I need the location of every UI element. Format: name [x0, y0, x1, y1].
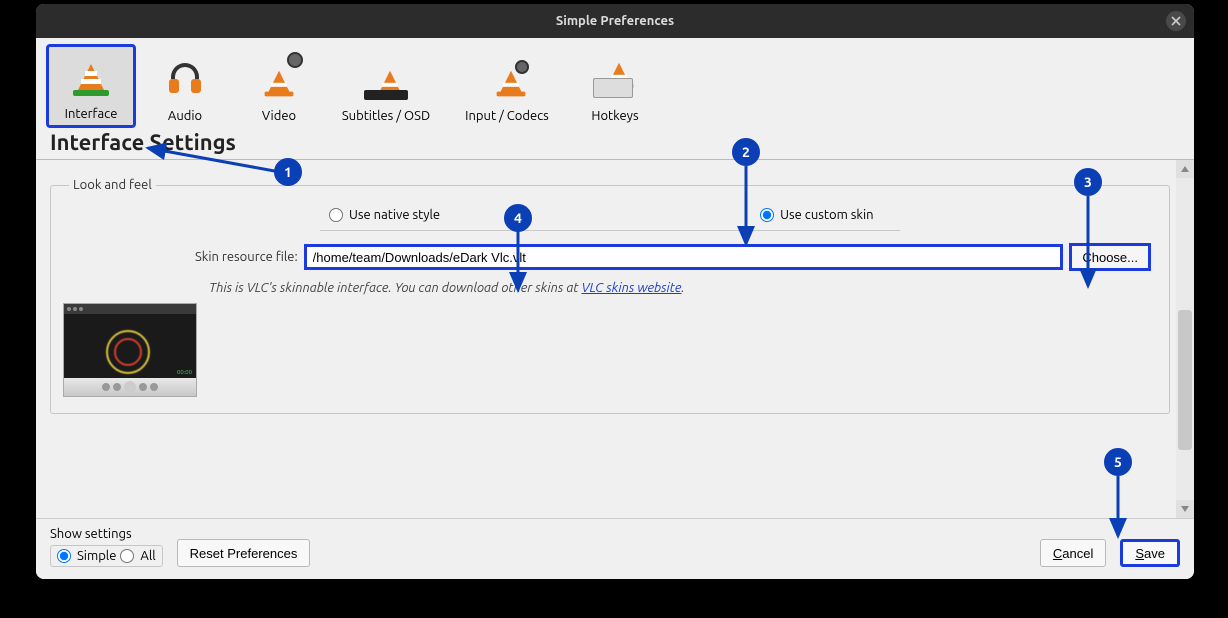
content-area: Interface Audio Video	[36, 38, 1194, 579]
tab-label: Video	[262, 109, 296, 123]
window-title: Simple Preferences	[556, 14, 674, 28]
skin-file-row: Skin resource file: Choose...	[195, 243, 1151, 271]
custom-skin-input[interactable]	[760, 208, 774, 222]
skins-website-link[interactable]: VLC skins website	[581, 281, 681, 295]
style-radio-row: Use native style Use custom skin	[69, 208, 1151, 222]
radio-label: Use native style	[349, 208, 440, 222]
show-all-radio[interactable]: All	[120, 549, 155, 563]
titlebar: Simple Preferences	[36, 4, 1194, 38]
choose-button[interactable]: Choose...	[1069, 243, 1151, 271]
clapper-icon	[257, 49, 301, 107]
tab-label: Input / Codecs	[465, 109, 549, 123]
annotation-badge-2: 2	[732, 138, 760, 166]
tab-label: Hotkeys	[591, 109, 638, 123]
skin-file-input[interactable]	[304, 244, 1064, 270]
hint-prefix: This is VLC's skinnable interface. You c…	[209, 281, 581, 295]
tab-interface[interactable]: Interface	[46, 44, 136, 128]
subtitles-icon	[364, 49, 408, 107]
headphones-icon	[167, 49, 203, 107]
preferences-window: Simple Preferences Interface Audio	[36, 4, 1194, 579]
annotation-badge-4: 4	[504, 204, 532, 232]
skin-file-label: Skin resource file:	[195, 250, 298, 264]
tab-label: Subtitles / OSD	[342, 109, 430, 123]
tab-subtitles[interactable]: Subtitles / OSD	[328, 44, 444, 128]
native-style-radio[interactable]: Use native style	[329, 208, 440, 222]
settings-pane-wrap: Look and feel Use native style Use custo…	[36, 160, 1194, 518]
scroll-up-button[interactable]	[1176, 160, 1194, 178]
custom-skin-radio[interactable]: Use custom skin	[760, 208, 873, 222]
tab-audio[interactable]: Audio	[140, 44, 230, 128]
codecs-icon	[485, 49, 529, 107]
show-settings-label: Show settings	[50, 527, 163, 541]
settings-pane: Look and feel Use native style Use custo…	[36, 160, 1176, 518]
tab-label: Audio	[168, 109, 202, 123]
separator	[320, 230, 900, 231]
scroll-down-button[interactable]	[1176, 500, 1194, 518]
hotkeys-icon	[593, 49, 637, 107]
vertical-scrollbar[interactable]	[1176, 160, 1194, 518]
native-style-input[interactable]	[329, 208, 343, 222]
category-tabs: Interface Audio Video	[36, 38, 1194, 128]
close-button[interactable]	[1166, 11, 1186, 31]
save-button[interactable]: Save	[1120, 539, 1180, 567]
bottom-bar: Show settings Simple All Reset Preferenc…	[36, 518, 1194, 579]
close-icon	[1171, 16, 1181, 26]
look-and-feel-legend: Look and feel	[69, 178, 156, 192]
skin-hint: This is VLC's skinnable interface. You c…	[209, 281, 1151, 295]
radio-label: Use custom skin	[780, 208, 873, 222]
chevron-down-icon	[1181, 506, 1189, 512]
tab-video[interactable]: Video	[234, 44, 324, 128]
skin-preview-thumbnail: 00:00	[63, 303, 197, 397]
radio-label: Simple	[77, 549, 116, 563]
cone-icon	[71, 51, 111, 105]
annotation-badge-3: 3	[1074, 168, 1102, 196]
cancel-button[interactable]: Cancel	[1040, 539, 1106, 567]
show-simple-radio[interactable]: Simple	[57, 549, 116, 563]
tab-input-codecs[interactable]: Input / Codecs	[448, 44, 566, 128]
show-settings-group: Show settings Simple All	[50, 527, 163, 567]
radio-label: All	[140, 549, 155, 563]
tab-hotkeys[interactable]: Hotkeys	[570, 44, 660, 128]
hint-suffix: .	[681, 281, 684, 295]
page-heading: Interface Settings	[50, 130, 1180, 155]
show-simple-input[interactable]	[57, 549, 71, 563]
heading-row: Interface Settings	[36, 128, 1194, 160]
tab-label: Interface	[65, 107, 118, 121]
scrollbar-thumb[interactable]	[1178, 310, 1192, 450]
reset-preferences-button[interactable]: Reset Preferences	[177, 539, 311, 567]
show-all-input[interactable]	[120, 549, 134, 563]
annotation-badge-1: 1	[274, 158, 302, 186]
look-and-feel-group: Look and feel Use native style Use custo…	[50, 178, 1170, 414]
annotation-badge-5: 5	[1104, 448, 1132, 476]
chevron-up-icon	[1181, 166, 1189, 172]
